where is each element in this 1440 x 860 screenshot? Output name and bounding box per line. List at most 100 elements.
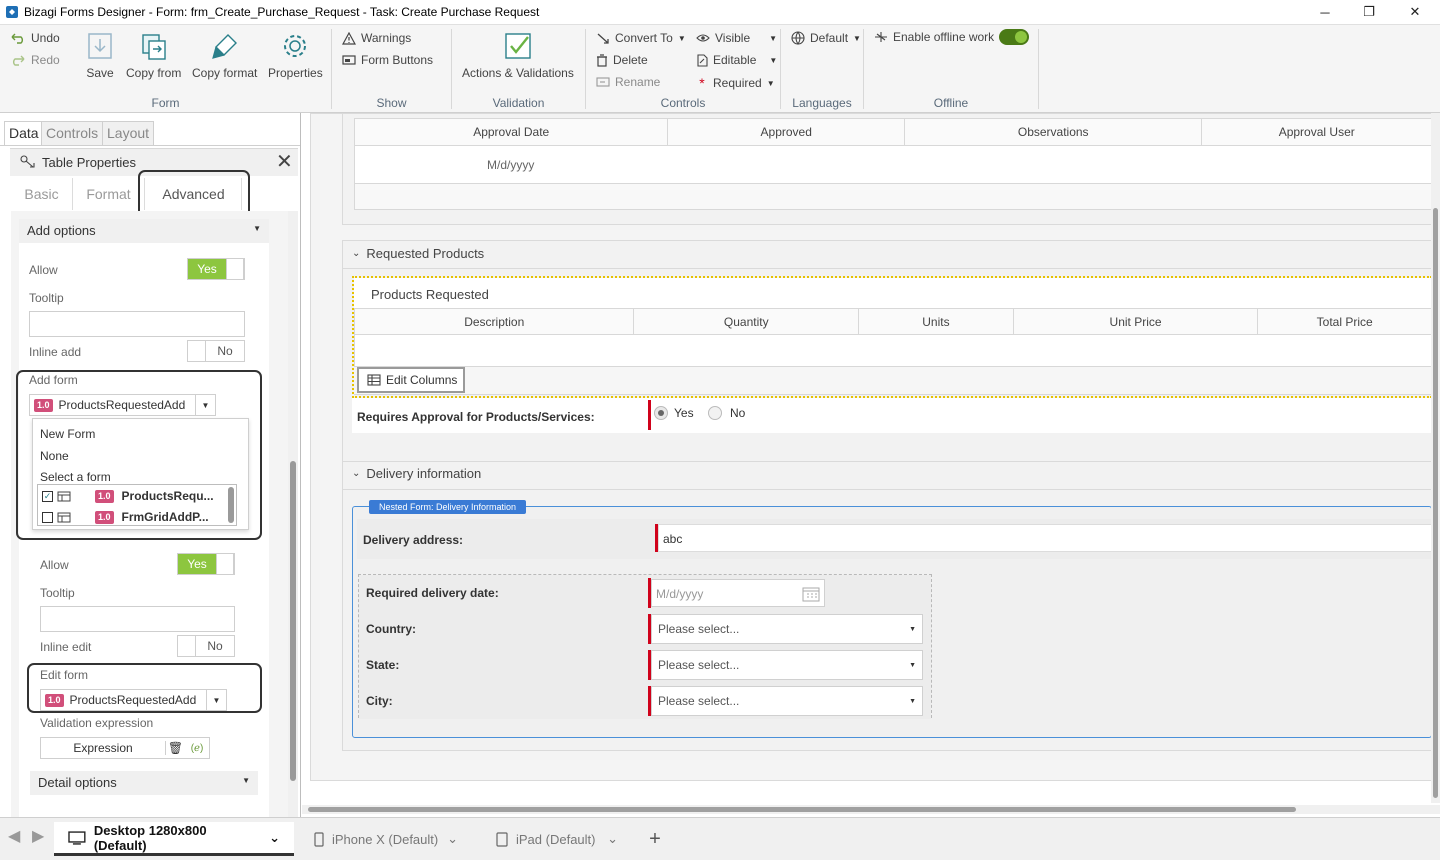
expression-field[interactable]: Expression 🗑 (ℯ): [40, 737, 210, 759]
device-tab-desktop[interactable]: Desktop 1280x800 (Default) ⌄: [54, 822, 294, 856]
offline-switch[interactable]: [999, 29, 1030, 45]
trash-icon[interactable]: 🗑: [165, 741, 185, 755]
arrow-right-icon[interactable]: ▶: [32, 826, 44, 846]
canvas-horizontal-scrollbar[interactable]: [302, 805, 1440, 814]
allow-edit-toggle[interactable]: Yes: [177, 553, 235, 575]
redo-button[interactable]: Redo: [10, 53, 60, 67]
delivery-date-label: Required delivery date:: [366, 586, 499, 600]
copy-from-button[interactable]: Copy from: [126, 31, 181, 80]
delivery-title[interactable]: ⌄ Delivery information: [352, 466, 481, 481]
chevron-down-icon[interactable]: ⌄: [607, 831, 618, 847]
table-properties-title: Table Properties: [42, 155, 136, 170]
edit-tooltip-input[interactable]: [40, 606, 235, 632]
country-placeholder: Please select...: [658, 622, 740, 636]
state-row: State: Please select... ▼: [359, 647, 931, 683]
column-header[interactable]: Approved: [668, 119, 905, 145]
close-window-button[interactable]: ✕: [1392, 0, 1438, 24]
state-placeholder: Please select...: [658, 658, 740, 672]
subtab-basic[interactable]: Basic: [11, 178, 73, 210]
chevron-down-icon: ▼: [909, 625, 916, 633]
device-tab-ipad-label: iPad (Default): [516, 831, 596, 847]
delivery-date-input[interactable]: M/d/yyyy: [651, 579, 825, 607]
tooltip-label: Tooltip: [29, 291, 64, 305]
editable-button[interactable]: Editable ▼: [696, 53, 777, 67]
close-panel-icon[interactable]: ✕: [276, 149, 293, 174]
title-bar: Bizagi Forms Designer - Form: frm_Create…: [0, 0, 1440, 24]
inline-edit-toggle[interactable]: No: [177, 635, 235, 657]
subtab-format[interactable]: Format: [73, 178, 145, 210]
required-button[interactable]: * Required ▼: [696, 75, 775, 91]
column-header[interactable]: Description: [355, 309, 635, 334]
save-button[interactable]: Save: [86, 31, 114, 80]
controls-group-label: Controls: [660, 96, 706, 110]
tab-controls[interactable]: Controls: [41, 121, 104, 145]
device-tab-ipad[interactable]: iPad (Default) ⌄: [482, 822, 632, 856]
delete-button[interactable]: Delete: [596, 53, 648, 67]
canvas-vertical-scrollbar[interactable]: [1431, 113, 1440, 803]
edit-columns-button[interactable]: Edit Columns: [357, 367, 465, 393]
inline-add-toggle[interactable]: No: [187, 340, 245, 362]
column-header[interactable]: Approval User: [1202, 119, 1431, 145]
minimize-button[interactable]: ─: [1302, 0, 1348, 24]
allow-edit-value: Yes: [178, 554, 216, 574]
asterisk-icon: *: [699, 75, 705, 91]
requested-products-title[interactable]: ⌄ Requested Products: [352, 246, 484, 261]
allow-add-value: Yes: [188, 259, 226, 279]
globe-icon: [791, 31, 805, 45]
device-tab-desktop-label: Desktop 1280x800 (Default): [93, 822, 207, 853]
detail-options-title: Detail options: [38, 775, 117, 790]
tab-layout[interactable]: Layout: [102, 121, 155, 145]
phone-icon: [314, 831, 324, 847]
radio-no[interactable]: No: [708, 406, 745, 420]
column-header[interactable]: Approval Date: [355, 119, 669, 145]
column-header[interactable]: Observations: [905, 119, 1203, 145]
device-tab-iphone[interactable]: iPhone X (Default) ⌄: [300, 822, 472, 856]
tab-data[interactable]: Data: [4, 121, 44, 145]
actions-validations-button[interactable]: Actions & Validations: [462, 31, 574, 80]
add-form-highlight: [16, 370, 262, 540]
chevron-down-icon[interactable]: ⌄: [269, 830, 280, 846]
restore-button[interactable]: ❐: [1346, 0, 1392, 24]
add-tooltip-input[interactable]: [29, 311, 245, 337]
edit-tooltip-label: Tooltip: [40, 586, 75, 600]
detail-options-header[interactable]: Detail options ▼: [30, 771, 258, 795]
radio-yes-label: Yes: [674, 406, 694, 420]
chevron-down-icon: ▼: [766, 78, 775, 88]
radio-yes[interactable]: Yes: [654, 406, 694, 420]
copy-format-label: Copy format: [192, 66, 258, 80]
undo-button[interactable]: Undo: [10, 31, 60, 45]
chevron-down-icon[interactable]: ⌄: [447, 831, 458, 847]
column-header[interactable]: Units: [859, 309, 1014, 334]
allow-add-toggle[interactable]: Yes: [187, 258, 245, 280]
form-buttons-icon: [342, 55, 356, 65]
language-dropdown[interactable]: Default ▼: [791, 31, 861, 45]
delivery-address-input[interactable]: abc: [658, 524, 1432, 552]
visible-button[interactable]: Visible ▼: [696, 31, 777, 45]
form-buttons-button[interactable]: Form Buttons: [342, 53, 433, 67]
country-label: Country:: [366, 622, 416, 636]
expression-editor-icon[interactable]: (ℯ): [185, 743, 209, 754]
warnings-label: Warnings: [361, 31, 412, 45]
column-header[interactable]: Total Price: [1258, 309, 1431, 334]
rename-button[interactable]: Rename: [596, 75, 660, 89]
warnings-button[interactable]: Warnings: [342, 31, 411, 45]
approval-grid-row: M/d/yyyy: [354, 146, 1432, 184]
column-header[interactable]: Quantity: [634, 309, 860, 334]
panel-scrollbar[interactable]: [288, 211, 298, 817]
calendar-icon[interactable]: [802, 586, 820, 602]
add-options-header[interactable]: Add options ▼: [19, 219, 269, 243]
convert-to-button[interactable]: Convert To ▼: [596, 31, 686, 45]
arrow-left-icon[interactable]: ◀: [8, 826, 20, 846]
chevron-down-icon: ▼: [909, 697, 916, 705]
properties-panel: Data Controls Layout Table Properties ✕ …: [0, 113, 301, 817]
inline-add-label: Inline add: [29, 345, 82, 359]
column-header[interactable]: Unit Price: [1014, 309, 1259, 334]
state-select[interactable]: Please select... ▼: [651, 650, 923, 680]
add-device-button[interactable]: +: [640, 822, 670, 856]
copy-format-button[interactable]: Copy format: [192, 31, 257, 80]
properties-button[interactable]: Properties: [268, 31, 323, 80]
languages-group-label: Languages: [792, 96, 852, 110]
country-select[interactable]: Please select... ▼: [651, 614, 923, 644]
redo-label: Redo: [31, 53, 60, 67]
city-select[interactable]: Please select... ▼: [651, 686, 923, 716]
